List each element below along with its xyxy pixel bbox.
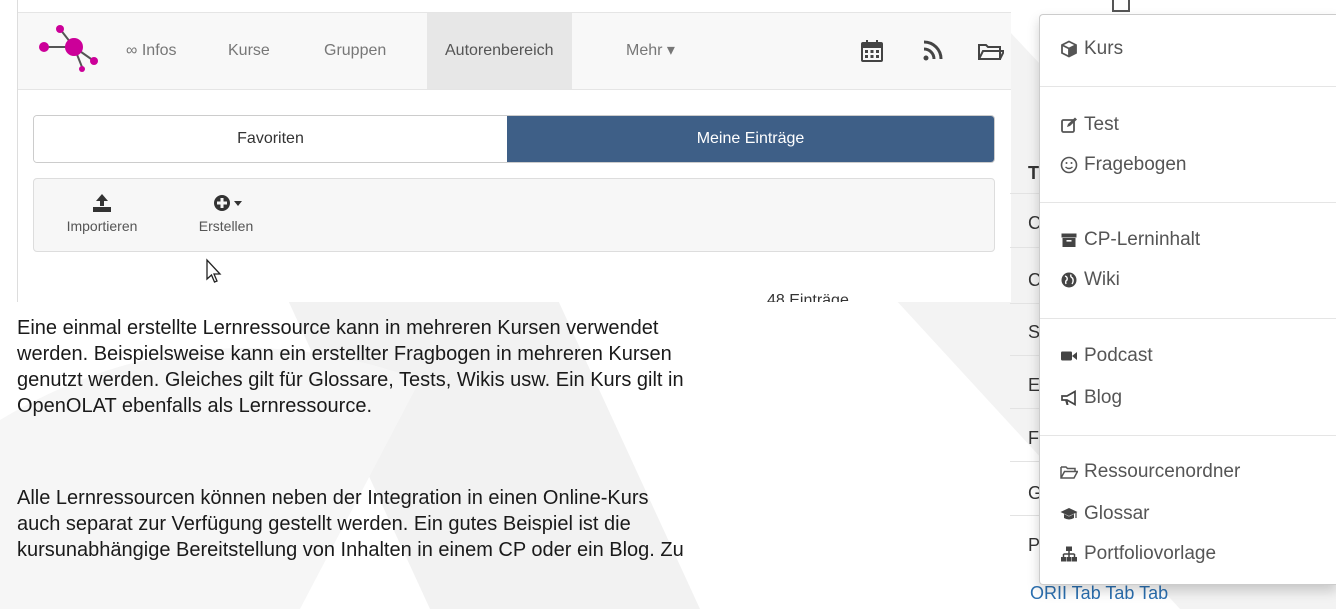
graduation-cap-icon — [1060, 508, 1078, 520]
menu-label: Wiki — [1084, 269, 1120, 290]
menu-label: Test — [1084, 114, 1119, 135]
menu-label: Kurs — [1084, 38, 1124, 59]
menu-item-cp-lerninhalt[interactable]: CP-Lerninhalt — [1040, 223, 1336, 257]
paragraph-line: OpenOLAT ebenfalls als Lernressource. — [17, 395, 373, 417]
plus-circle-icon — [214, 195, 242, 211]
import-button[interactable]: Importieren — [54, 191, 150, 234]
menu-item-ressourcenordner[interactable]: Ressourcenordner — [1040, 455, 1336, 489]
smiley-icon — [1060, 156, 1078, 174]
sitemap-icon — [1061, 546, 1077, 562]
paragraph-line: werden. Beispielsweise kann ein erstellt… — [17, 343, 672, 365]
rss-icon[interactable] — [918, 37, 946, 65]
menu-label: Ressourcenordner — [1084, 461, 1241, 482]
paragraph-bereitstellung: Alle Lernressourcen können neben der Int… — [17, 485, 997, 563]
bullhorn-icon — [1061, 390, 1076, 406]
paragraph-line: kursunabhängige Bereitstellung von Inhal… — [17, 539, 684, 561]
create-button[interactable]: Erstellen — [186, 191, 266, 234]
menu-item-podcast[interactable]: Podcast — [1040, 339, 1336, 373]
nav-kurse[interactable]: Kurse — [210, 13, 288, 89]
menu-item-wiki[interactable]: Wiki — [1040, 263, 1336, 297]
menu-label: Glossar — [1084, 503, 1150, 524]
author-toolbar: Importieren Erstellen — [33, 178, 995, 252]
upload-icon — [93, 194, 111, 212]
openolat-logo-icon[interactable] — [32, 17, 108, 77]
entries-count: 48 Einträge — [767, 292, 849, 302]
create-dropdown-menu: Kurs Test Fragebogen CP-Lerninhalt Wiki — [1039, 14, 1336, 585]
video-camera-icon — [1061, 351, 1077, 361]
mouse-pointer-icon — [206, 258, 222, 283]
nav-autorenbereich[interactable]: Autorenbereich — [427, 13, 572, 89]
tab-link[interactable]: ORII Tab Tab Tab — [1030, 583, 1168, 604]
calendar-icon[interactable] — [858, 37, 886, 65]
menu-label: Fragebogen — [1084, 154, 1187, 175]
import-label: Importieren — [66, 218, 138, 234]
folder-open-icon — [1060, 466, 1078, 479]
menu-item-portfoliovorlage[interactable]: Portfoliovorlage — [1040, 537, 1336, 571]
tab-switcher: Favoriten Meine Einträge — [33, 115, 995, 163]
menu-item-blog[interactable]: Blog — [1040, 381, 1336, 415]
menu-label: Podcast — [1084, 345, 1153, 366]
paragraph-line: Alle Lernressourcen können neben der Int… — [17, 487, 649, 509]
menu-label: Portfoliovorlage — [1084, 543, 1217, 564]
menu-item-glossar[interactable]: Glossar — [1040, 497, 1336, 531]
menu-item-test[interactable]: Test — [1040, 108, 1336, 142]
nav-mehr[interactable]: Mehr ▾ — [608, 13, 693, 89]
paragraph-line: genutzt werden. Gleiches gilt für Glossa… — [17, 369, 684, 391]
create-label: Erstellen — [198, 218, 254, 234]
menu-divider — [1040, 318, 1336, 319]
tab-meine-eintraege[interactable]: Meine Einträge — [507, 116, 994, 162]
cube-icon — [1061, 40, 1077, 58]
folder-icon[interactable] — [976, 37, 1004, 65]
menu-label: CP-Lerninhalt — [1084, 229, 1201, 250]
edit-icon — [1061, 117, 1077, 133]
embedded-screenshot: ∞ Infos Kurse Gruppen Autorenbereich Meh… — [17, 0, 1011, 302]
globe-icon — [1061, 272, 1077, 288]
menu-item-kurs[interactable]: Kurs — [1040, 32, 1336, 66]
menu-divider — [1040, 435, 1336, 436]
paragraph-lernressource: Eine einmal erstellte Lernressource kann… — [17, 315, 997, 419]
menu-divider — [1040, 86, 1336, 87]
nav-infos[interactable]: ∞ Infos — [108, 13, 195, 89]
paragraph-line: auch separat zur Verfügung gestellt werd… — [17, 513, 631, 535]
nav-gruppen[interactable]: Gruppen — [306, 13, 404, 89]
table-row[interactable]: F — [1028, 428, 1039, 449]
archive-icon — [1061, 233, 1077, 247]
menu-label: Blog — [1084, 387, 1123, 408]
menu-item-fragebogen[interactable]: Fragebogen — [1040, 148, 1336, 182]
menu-divider — [1040, 202, 1336, 203]
cropped-icon — [1112, 0, 1130, 12]
paragraph-line: Eine einmal erstellte Lernressource kann… — [17, 317, 659, 339]
tab-favoriten[interactable]: Favoriten — [34, 116, 507, 162]
table-header-cell: T — [1028, 163, 1039, 183]
top-navbar: ∞ Infos Kurse Gruppen Autorenbereich Meh… — [18, 12, 1011, 90]
